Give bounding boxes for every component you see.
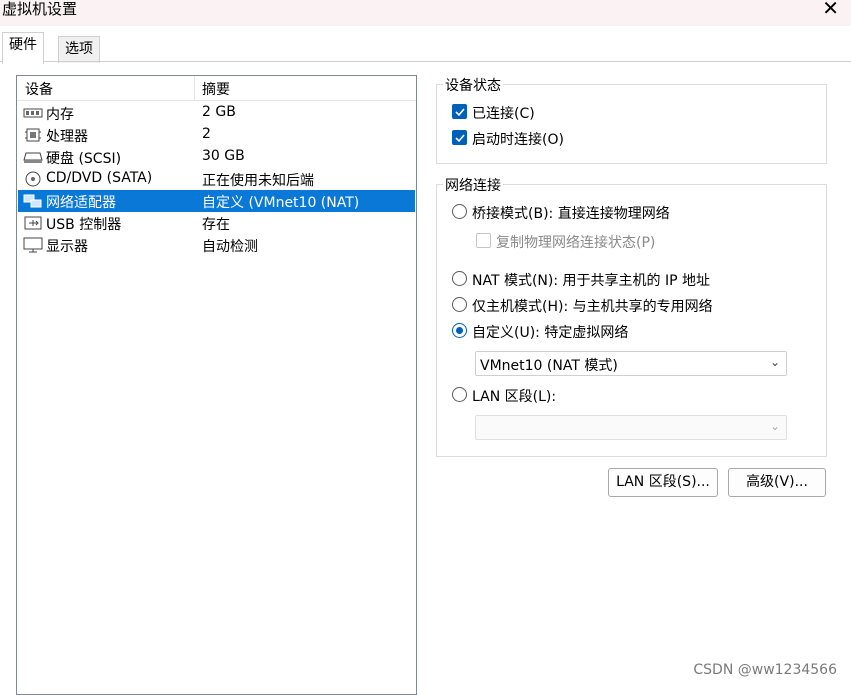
device-status-group — [436, 84, 827, 164]
column-header-device[interactable]: 设备 — [25, 79, 53, 99]
custom-label[interactable]: 自定义(U): 特定虚拟网络 — [472, 322, 628, 342]
custom-network-select[interactable]: VMnet10 (NAT 模式) ⌄ — [475, 351, 787, 376]
host-only-label[interactable]: 仅主机模式(H): 与主机共享的专用网络 — [472, 296, 713, 316]
device-summary: 自动检测 — [202, 239, 258, 255]
device-row-processor[interactable]: 处理器 2 — [18, 124, 415, 146]
nat-label[interactable]: NAT 模式(N): 用于共享主机的 IP 地址 — [472, 270, 710, 290]
replicate-state-checkbox[interactable] — [476, 233, 491, 248]
network-adapter-icon — [23, 193, 43, 209]
connect-at-power-on-label[interactable]: 启动时连接(O) — [472, 129, 564, 149]
tab-options[interactable]: 选项 — [58, 36, 100, 63]
device-name: 网络适配器 — [46, 195, 116, 211]
tab-pane-border — [0, 61, 851, 62]
custom-network-value: VMnet10 (NAT 模式) — [480, 358, 618, 374]
advanced-button[interactable]: 高级(V)... — [728, 468, 826, 497]
checkmark-icon — [455, 108, 465, 117]
cd-dvd-icon — [23, 171, 43, 187]
chevron-down-icon: ⌄ — [769, 355, 780, 369]
bridged-radio[interactable] — [452, 204, 467, 219]
custom-radio[interactable] — [452, 323, 467, 338]
lan-segments-button[interactable]: LAN 区段(S)... — [608, 468, 718, 497]
host-only-radio[interactable] — [452, 297, 467, 312]
display-icon — [23, 237, 43, 253]
network-connection-title: 网络连接 — [443, 175, 503, 195]
device-row-cd-dvd[interactable]: CD/DVD (SATA) 正在使用未知后端 — [18, 168, 415, 190]
lan-segment-radio[interactable] — [452, 387, 467, 402]
device-row-display[interactable]: 显示器 自动检测 — [18, 234, 415, 256]
usb-icon — [23, 215, 43, 231]
device-summary: 正在使用未知后端 — [202, 173, 314, 189]
device-summary: 30 GB — [202, 148, 245, 164]
checkmark-icon — [455, 134, 465, 143]
processor-icon — [23, 127, 43, 143]
title-bar: 虚拟机设置 ✕ — [0, 0, 851, 26]
connected-label[interactable]: 已连接(C) — [472, 103, 535, 123]
device-summary: 2 GB — [202, 104, 236, 120]
memory-icon — [23, 105, 43, 121]
device-name: 处理器 — [46, 129, 88, 145]
device-row-usb[interactable]: USB 控制器 存在 — [18, 212, 415, 234]
hard-disk-icon — [23, 149, 43, 165]
watermark: CSDN @ww1234566 — [693, 662, 837, 678]
chevron-down-icon: ⌄ — [769, 419, 780, 433]
column-divider[interactable] — [194, 76, 195, 101]
column-header-summary[interactable]: 摘要 — [202, 79, 230, 99]
connected-checkbox[interactable] — [452, 104, 467, 119]
device-name: 硬盘 (SCSI) — [46, 151, 122, 167]
device-list[interactable]: 设备 摘要 内存 2 GB 处理器 2 硬盘 (SCSI) 30 GB CD/D… — [16, 75, 417, 695]
device-summary: 自定义 (VMnet10 (NAT) — [202, 195, 360, 211]
replicate-state-label[interactable]: 复制物理网络连接状态(P) — [496, 232, 655, 252]
tab-hardware[interactable]: 硬件 — [2, 32, 44, 64]
close-icon[interactable]: ✕ — [822, 0, 839, 19]
device-summary: 存在 — [202, 217, 230, 233]
device-row-hard-disk[interactable]: 硬盘 (SCSI) 30 GB — [18, 146, 415, 168]
window-title: 虚拟机设置 — [2, 0, 78, 18]
lan-segment-select[interactable]: ⌄ — [475, 415, 787, 440]
nat-radio[interactable] — [452, 271, 467, 286]
lan-segment-label[interactable]: LAN 区段(L): — [472, 386, 556, 406]
device-name: 内存 — [46, 107, 74, 123]
connect-at-power-on-checkbox[interactable] — [452, 130, 467, 145]
device-name: 显示器 — [46, 239, 88, 255]
device-row-memory[interactable]: 内存 2 GB — [18, 102, 415, 124]
bridged-label[interactable]: 桥接模式(B): 直接连接物理网络 — [472, 203, 670, 223]
device-list-header: 设备 摘要 — [17, 76, 416, 101]
tab-strip: 硬件 选项 — [0, 26, 851, 64]
device-name: CD/DVD (SATA) — [46, 170, 153, 186]
device-name: USB 控制器 — [46, 217, 122, 233]
device-summary: 2 — [202, 126, 211, 142]
device-status-title: 设备状态 — [443, 75, 503, 95]
device-row-network-adapter[interactable]: 网络适配器 自定义 (VMnet10 (NAT) — [18, 190, 415, 212]
